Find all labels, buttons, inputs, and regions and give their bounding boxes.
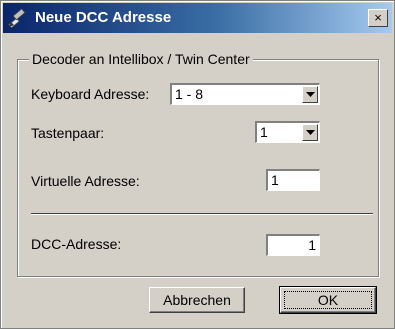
focus-rectangle bbox=[284, 291, 372, 309]
title-bar[interactable]: Neue DCC Adresse × bbox=[3, 3, 392, 33]
window-title: Neue DCC Adresse bbox=[35, 9, 172, 26]
groupbox-title: Decoder an Intellibox / Twin Center bbox=[29, 51, 253, 67]
dialog-window: Neue DCC Adresse × Decoder an Intellibox… bbox=[0, 0, 395, 329]
keyboard-address-label: Keyboard Adresse: bbox=[31, 86, 150, 102]
tastenpaar-dropdown[interactable]: 1 bbox=[255, 121, 320, 143]
virtual-address-label: Virtuelle Adresse: bbox=[31, 173, 140, 189]
cancel-button[interactable]: Abbrechen bbox=[149, 287, 245, 313]
chevron-down-icon[interactable] bbox=[302, 86, 318, 103]
dcc-address-input[interactable]: 1 bbox=[266, 234, 320, 256]
close-icon: × bbox=[374, 10, 382, 25]
separator-line bbox=[31, 213, 373, 215]
pencil-icon bbox=[7, 7, 29, 29]
tastenpaar-label: Tastenpaar: bbox=[31, 125, 105, 141]
ok-button[interactable]: OK bbox=[279, 286, 377, 314]
keyboard-address-dropdown[interactable]: 1 - 8 bbox=[170, 83, 320, 105]
close-button[interactable]: × bbox=[368, 9, 388, 27]
dcc-address-label: DCC-Adresse: bbox=[31, 236, 122, 252]
chevron-down-icon[interactable] bbox=[302, 124, 318, 141]
tastenpaar-value: 1 bbox=[260, 124, 268, 140]
virtual-address-input[interactable]: 1 bbox=[266, 169, 320, 191]
keyboard-address-value: 1 - 8 bbox=[175, 86, 204, 102]
